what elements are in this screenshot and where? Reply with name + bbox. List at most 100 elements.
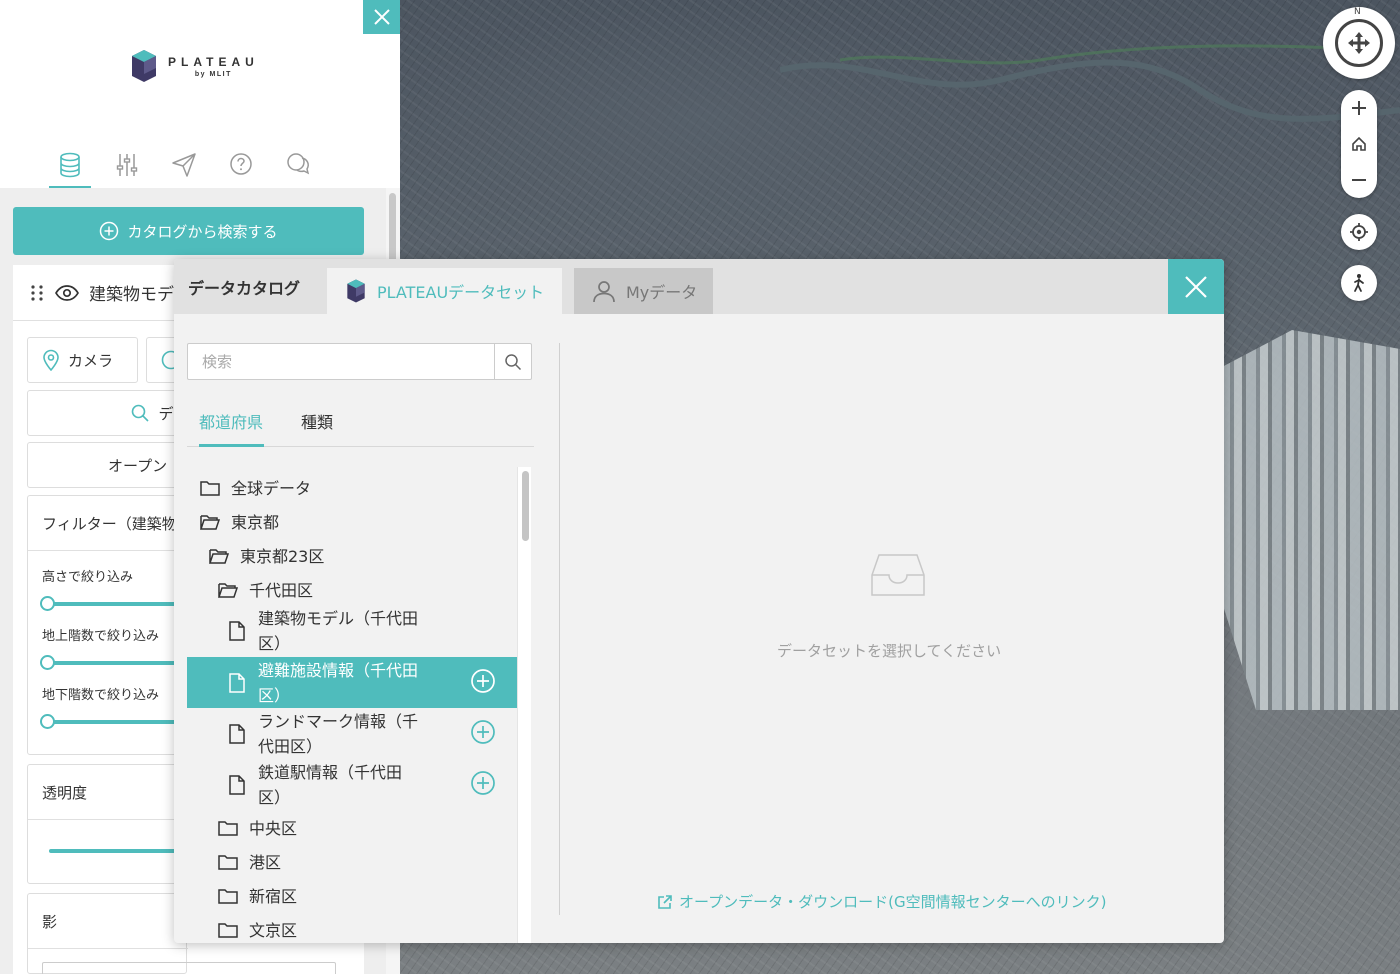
tree-folder-chuo[interactable]: 中央区 <box>187 813 517 843</box>
my-location-button[interactable] <box>1341 214 1377 250</box>
tab-feedback[interactable] <box>284 148 312 188</box>
modal-header: データカタログ PLATEAUデータセット Myデータ <box>174 259 1224 314</box>
pan-icon[interactable] <box>1335 19 1383 67</box>
file-icon <box>229 723 245 744</box>
tree-folder-global[interactable]: 全球データ <box>187 473 517 503</box>
shadow-select[interactable] <box>42 962 336 974</box>
sliders-icon <box>116 154 138 176</box>
tree-label: 中央区 <box>249 818 298 838</box>
close-icon <box>373 9 390 25</box>
catalog-search-button[interactable] <box>494 344 531 379</box>
zoom-control <box>1341 90 1377 198</box>
search-icon <box>505 353 522 370</box>
file-icon <box>229 672 245 693</box>
minus-icon <box>1352 179 1366 181</box>
plateau-cube-icon <box>347 279 365 303</box>
camera-button[interactable]: カメラ <box>27 337 138 383</box>
database-icon <box>60 152 80 178</box>
open-data-download-label: オープンデータ・ダウンロード(G空間情報センターへのリンク) <box>679 893 1107 911</box>
map-pin-icon <box>43 349 59 371</box>
tree-label: 新宿区 <box>249 886 298 906</box>
catalog-search-button[interactable]: カタログから検索する <box>13 207 364 255</box>
tree-item-building-model[interactable]: 建築物モデル（千代田 区） <box>187 605 517 656</box>
tree-folder-tokyo-23-wards[interactable]: 東京都23区 <box>187 541 517 571</box>
drag-handle-icon[interactable] <box>29 283 45 303</box>
tree-item-evacuation-facilities[interactable]: 避難施設情報（千代田 区） <box>187 657 517 708</box>
tree-label: 千代田区 <box>249 580 314 600</box>
tree-label-line1: 建築物モデル（千代田 <box>258 608 419 628</box>
tab-plateau-dataset[interactable]: PLATEAUデータセット <box>327 268 562 314</box>
tree-label: 東京都 <box>231 512 280 532</box>
open-data-button[interactable]: オープン <box>27 442 187 488</box>
tree-folder-minato[interactable]: 港区 <box>187 847 517 877</box>
send-icon <box>172 153 196 177</box>
folder-icon <box>218 923 238 938</box>
tree-label-line2: 区） <box>258 685 291 705</box>
camera-button-label: カメラ <box>68 351 114 370</box>
opacity-label: 透明度 <box>42 784 88 802</box>
empty-state-message: データセットを選択してください <box>777 642 1002 660</box>
zoom-out-button[interactable] <box>1341 162 1377 198</box>
search-icon <box>132 404 150 422</box>
slider-handle[interactable] <box>40 714 55 729</box>
tree-item-railway-stations[interactable]: 鉄道駅情報（千代田 区） <box>187 759 517 810</box>
folder-icon <box>218 821 238 836</box>
compass-control[interactable]: N <box>1323 7 1395 79</box>
file-icon <box>229 620 245 641</box>
below-floors-slider[interactable] <box>40 714 182 729</box>
tree-folder-bunkyo[interactable]: 文京区 <box>187 915 517 943</box>
plus-circle-icon <box>100 221 119 241</box>
height-filter-label: 高さで絞り込み <box>42 570 134 585</box>
tab-layers[interactable] <box>49 148 91 188</box>
pane-divider <box>559 343 560 915</box>
add-dataset-button[interactable] <box>470 668 496 698</box>
eye-icon[interactable] <box>55 284 79 301</box>
tree-folder-shinjuku[interactable]: 新宿区 <box>187 881 517 911</box>
open-data-label: オープン <box>108 456 168 475</box>
tree-folder-tokyo[interactable]: 東京都 <box>187 507 517 537</box>
catalog-search-input[interactable] <box>188 344 494 379</box>
home-icon <box>1352 136 1366 151</box>
home-button[interactable] <box>1341 126 1377 162</box>
tree-scrollbar[interactable] <box>517 467 531 943</box>
tab-help[interactable] <box>227 148 255 188</box>
tab-plateau-label: PLATEAUデータセット <box>377 283 545 302</box>
tree-folder-chiyoda[interactable]: 千代田区 <box>187 575 517 605</box>
plus-circle-icon <box>471 770 495 795</box>
plus-icon <box>1352 101 1366 115</box>
walk-icon <box>1354 274 1364 292</box>
slider-handle[interactable] <box>40 596 55 611</box>
tab-share[interactable] <box>170 148 198 188</box>
tree-item-landmarks[interactable]: ランドマーク情報（千 代田区） <box>187 708 517 759</box>
add-dataset-button[interactable] <box>470 719 496 749</box>
file-icon <box>229 774 245 795</box>
tree-label-line1: ランドマーク情報（千 <box>258 711 419 731</box>
zoom-in-button[interactable] <box>1341 90 1377 126</box>
tree-label-line2: 区） <box>258 787 291 807</box>
layer-title: 建築物モデ <box>89 285 174 305</box>
side-tab-bar <box>49 148 312 188</box>
3d-buildings <box>1220 330 1400 710</box>
slider-handle[interactable] <box>40 655 55 670</box>
scrollbar-thumb[interactable] <box>522 471 529 541</box>
tree-label-line2: 代田区） <box>258 736 323 756</box>
river-shape <box>780 44 1400 122</box>
tab-settings[interactable] <box>113 148 141 188</box>
tab-my-data-label: Myデータ <box>626 283 698 302</box>
modal-title: データカタログ <box>188 279 301 298</box>
above-floors-slider[interactable] <box>40 655 182 670</box>
pedestrian-mode-button[interactable] <box>1341 265 1377 301</box>
opacity-slider[interactable] <box>49 849 179 853</box>
catalog-search-label: カタログから検索する <box>127 222 278 241</box>
open-data-download-link[interactable]: オープンデータ・ダウンロード(G空間情報センターへのリンク) <box>657 891 1106 912</box>
side-panel-close-button[interactable] <box>363 0 400 34</box>
shadow-label: 影 <box>42 913 58 931</box>
height-filter-slider[interactable] <box>40 596 182 611</box>
add-dataset-button[interactable] <box>470 770 496 800</box>
tab-my-data[interactable]: Myデータ <box>574 268 713 314</box>
attribute-search-button[interactable]: デ <box>27 390 187 436</box>
plus-circle-icon <box>471 668 495 693</box>
tab-type[interactable]: 種類 <box>301 409 333 433</box>
modal-close-button[interactable] <box>1168 259 1224 314</box>
tab-prefecture[interactable]: 都道府県 <box>199 409 263 433</box>
